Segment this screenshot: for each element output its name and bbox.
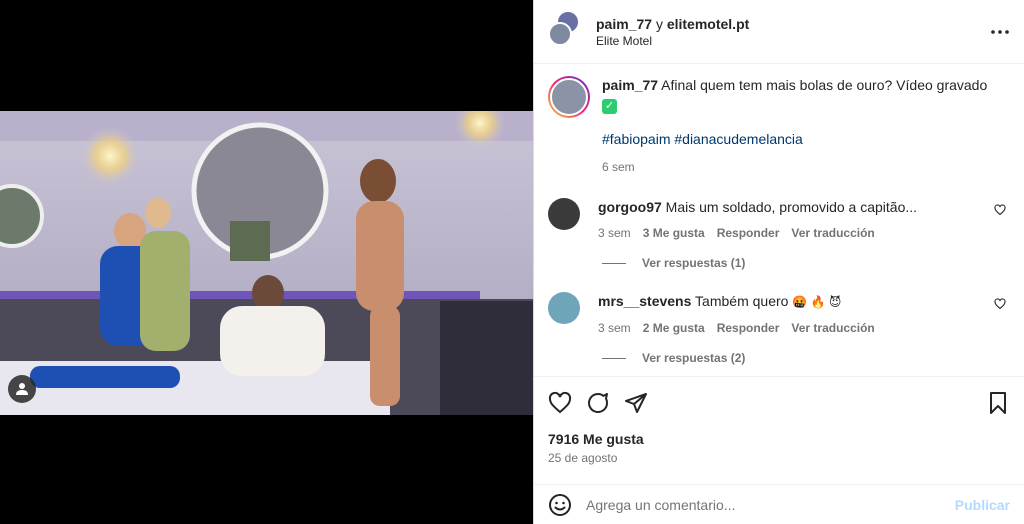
caption-hashtags[interactable]: #fabiopaim #dianacudemelancia: [602, 130, 1008, 148]
post-media-area: [0, 0, 533, 524]
view-replies-button[interactable]: Ver respuestas (2): [602, 351, 1008, 365]
comment-input[interactable]: [586, 496, 955, 513]
post-actions: 7916 Me gusta 25 de agosto: [534, 376, 1024, 465]
tagged-users-button[interactable]: [8, 375, 36, 403]
translate-button[interactable]: Ver traducción: [791, 224, 874, 242]
view-replies-button[interactable]: Ver respuestas (1): [602, 256, 1008, 270]
post-photo-illustration: [0, 111, 533, 415]
emoji-smiley-icon[interactable]: [548, 493, 572, 517]
comment-text: Também quero: [695, 293, 789, 309]
header-avatars[interactable]: [548, 9, 580, 48]
translate-button[interactable]: Ver traducción: [791, 319, 874, 337]
caption-time: 6 sem: [602, 160, 635, 174]
person-icon: [16, 383, 28, 395]
publish-button[interactable]: Publicar: [955, 497, 1010, 513]
post-photo: [0, 111, 533, 415]
owner-avatar: [548, 21, 572, 46]
header-text: paim_77 y elitemotel.pt Elite Motel: [596, 16, 749, 48]
comment-text: Mais um soldado, promovido a capitão...: [665, 199, 918, 215]
commenter-avatar[interactable]: [548, 198, 580, 230]
comment-username[interactable]: mrs__stevens: [598, 293, 691, 309]
header-collaborator[interactable]: elitemotel.pt: [667, 16, 749, 32]
view-replies-label: Ver respuestas (1): [642, 256, 746, 270]
comment-item: gorgoo97 Mais um soldado, promovido a ca…: [548, 198, 1008, 242]
add-comment-bar: Publicar: [534, 484, 1024, 524]
more-options-button[interactable]: [988, 20, 1012, 44]
replies-line: [602, 357, 626, 359]
comment-item: mrs__stevens Também quero 🤬 🔥 😈 3 sem 2 …: [548, 292, 1008, 337]
post-side-panel: paim_77 y elitemotel.pt Elite Motel paim…: [533, 0, 1024, 524]
comment-bubble-icon[interactable]: [586, 391, 610, 415]
reply-button[interactable]: Responder: [717, 224, 780, 242]
caption-avatar-story-ring[interactable]: [548, 76, 590, 118]
header-location[interactable]: Elite Motel: [596, 34, 749, 48]
heart-icon[interactable]: [994, 298, 1006, 310]
like-heart-icon[interactable]: [548, 391, 572, 415]
comment-time: 3 sem: [598, 226, 631, 240]
caption-avatar: [550, 78, 588, 116]
share-paper-plane-icon[interactable]: [624, 391, 648, 415]
comment-time: 3 sem: [598, 321, 631, 335]
post-date: 25 de agosto: [548, 451, 618, 465]
comment-likes[interactable]: 2 Me gusta: [643, 319, 705, 337]
comment-username[interactable]: gorgoo97: [598, 199, 662, 215]
instagram-post-view: paim_77 y elitemotel.pt Elite Motel paim…: [0, 0, 1024, 524]
bookmark-icon[interactable]: [986, 391, 1010, 415]
caption-username[interactable]: paim_77: [602, 77, 658, 93]
caption-text: Afinal quem tem mais bolas de ouro? Víde…: [661, 77, 988, 93]
comment-emojis: 🤬 🔥 😈: [792, 295, 842, 309]
caption: paim_77 Afinal quem tem mais bolas de ou…: [548, 76, 1008, 176]
post-header: paim_77 y elitemotel.pt Elite Motel: [534, 0, 1024, 64]
commenter-avatar[interactable]: [548, 292, 580, 324]
reply-button[interactable]: Responder: [717, 319, 780, 337]
likes-count[interactable]: 7916 Me gusta: [548, 431, 1010, 447]
heart-icon[interactable]: [994, 204, 1006, 216]
comments-list[interactable]: paim_77 Afinal quem tem mais bolas de ou…: [534, 64, 1024, 376]
view-replies-label: Ver respuestas (2): [642, 351, 746, 365]
check-emoji-icon: ✓: [602, 98, 617, 114]
header-joiner: y: [655, 15, 663, 32]
more-horizontal-icon: [991, 30, 1009, 34]
replies-line: [602, 262, 626, 264]
header-username[interactable]: paim_77: [596, 16, 652, 32]
comment-likes[interactable]: 3 Me gusta: [643, 224, 705, 242]
